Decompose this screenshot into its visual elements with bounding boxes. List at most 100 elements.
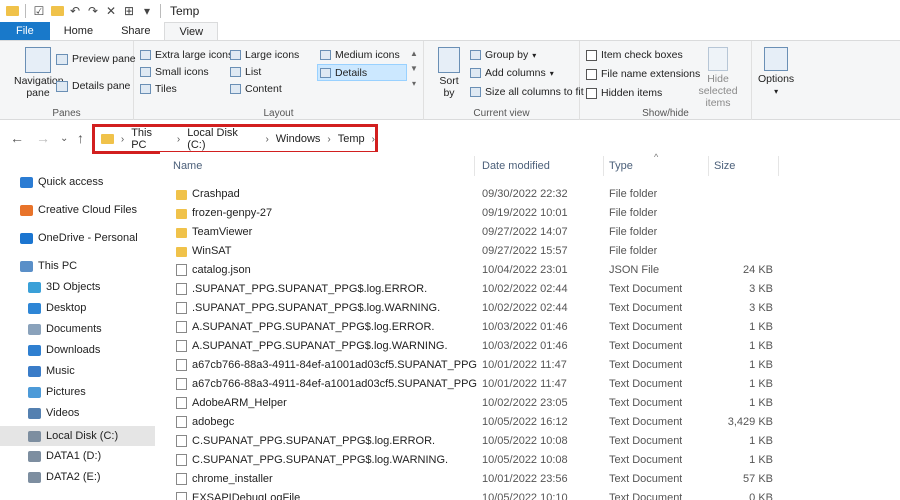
sidebar-item-label: Downloads bbox=[46, 344, 101, 356]
tab-share[interactable]: Share bbox=[107, 22, 164, 40]
options-button[interactable]: Options ▾ bbox=[758, 47, 794, 96]
tab-file[interactable]: File bbox=[0, 22, 50, 40]
column-header-date[interactable]: Date modified bbox=[482, 160, 550, 172]
sidebar-item[interactable]: Desktop bbox=[28, 302, 86, 314]
sidebar-item[interactable]: Quick access bbox=[20, 176, 103, 188]
undo-icon[interactable]: ↶ bbox=[67, 3, 83, 19]
sidebar-item[interactable]: Pictures bbox=[28, 386, 86, 398]
document-icon bbox=[176, 454, 187, 466]
layout-extra-large-icons[interactable]: Extra large icons bbox=[140, 49, 233, 61]
group-by-button[interactable]: Group by ▾ bbox=[470, 49, 536, 61]
sidebar-item[interactable]: DATA2 (E:) bbox=[28, 471, 101, 483]
breadcrumb-local-disk[interactable]: Local Disk (C:) bbox=[187, 127, 258, 151]
table-row[interactable]: WinSAT 09/27/2022 15:57 File folder bbox=[170, 242, 790, 261]
sidebar-item[interactable]: This PC bbox=[20, 260, 77, 272]
add-columns-button[interactable]: Add columns ▾ bbox=[470, 67, 554, 79]
column-divider[interactable] bbox=[778, 156, 779, 176]
table-row[interactable]: chrome_installer 10/01/2022 23:56 Text Doc… bbox=[170, 470, 790, 489]
file-type: Text Document bbox=[609, 359, 683, 371]
table-row[interactable]: C.SUPANAT_PPG.SUPANAT_PPG$.log.ERROR. 10/… bbox=[170, 432, 790, 451]
table-row[interactable]: a67cb766-88a3-4911-84ef-a1001ad03cf5.SUP… bbox=[170, 356, 790, 375]
checkbox[interactable] bbox=[586, 68, 597, 80]
table-row[interactable]: Crashpad 09/30/2022 22:32 File folder bbox=[170, 185, 790, 204]
layout-scroll[interactable]: ▲ ▼ ▾ bbox=[410, 49, 418, 88]
breadcrumb-temp[interactable]: Temp bbox=[338, 133, 365, 145]
hide-selected-items-button[interactable]: Hide selected items bbox=[688, 47, 748, 109]
layout-large-icons[interactable]: Large icons bbox=[230, 49, 299, 61]
rename-icon[interactable]: ⊞ bbox=[121, 3, 137, 19]
table-row[interactable]: .SUPANAT_PPG.SUPANAT_PPG$.log.WARNING. 10… bbox=[170, 299, 790, 318]
table-row[interactable]: .SUPANAT_PPG.SUPANAT_PPG$.log.ERROR. 10/0… bbox=[170, 280, 790, 299]
table-row[interactable]: catalog.json 10/04/2022 23:01 JSON File 24 … bbox=[170, 261, 790, 280]
column-header-size[interactable]: Size bbox=[714, 160, 735, 172]
layout-details[interactable]: Details bbox=[317, 64, 407, 81]
layout-item-label: Extra large icons bbox=[155, 49, 234, 61]
preview-pane-button[interactable]: Preview pane bbox=[56, 53, 136, 65]
table-row[interactable]: AdobeARM_Helper 10/02/2022 23:05 Text Docu… bbox=[170, 394, 790, 413]
layout-content[interactable]: Content bbox=[230, 83, 282, 95]
table-row[interactable]: C.SUPANAT_PPG.SUPANAT_PPG$.log.WARNING. 1… bbox=[170, 451, 790, 470]
scroll-up-icon[interactable]: ▲ bbox=[410, 49, 418, 58]
sidebar-item[interactable]: OneDrive - Personal bbox=[20, 232, 138, 244]
tab-home[interactable]: Home bbox=[50, 22, 107, 40]
hidden-items-toggle[interactable]: Hidden items bbox=[586, 87, 662, 99]
sidebar-item[interactable]: Videos bbox=[28, 407, 79, 419]
sidebar-item[interactable]: 3D Objects bbox=[28, 281, 100, 293]
table-row[interactable]: TeamViewer 09/27/2022 14:07 File folder bbox=[170, 223, 790, 242]
column-divider[interactable] bbox=[474, 156, 475, 176]
layout-medium-icons[interactable]: Medium icons bbox=[320, 49, 400, 61]
sort-by-button[interactable]: Sort by bbox=[436, 47, 462, 99]
back-arrow-icon[interactable]: ← bbox=[10, 130, 24, 146]
sidebar-item[interactable]: DATA1 (D:) bbox=[28, 450, 101, 462]
expand-layout-icon[interactable]: ▾ bbox=[412, 79, 416, 88]
sidebar-item[interactable]: Downloads bbox=[28, 344, 100, 356]
chevron-right-icon[interactable]: › bbox=[265, 134, 268, 145]
large-icons-icon bbox=[230, 50, 241, 60]
table-row[interactable]: A.SUPANAT_PPG.SUPANAT_PPG$.log.ERROR. 10/… bbox=[170, 318, 790, 337]
navigation-pane-button[interactable]: Navigation pane bbox=[14, 47, 64, 99]
new-folder-icon[interactable] bbox=[49, 3, 65, 19]
sort-ascending-icon: ^ bbox=[654, 152, 659, 162]
column-divider[interactable] bbox=[708, 156, 709, 176]
file-name-extensions-toggle[interactable]: File name extensions bbox=[586, 68, 700, 80]
table-row[interactable]: adobegc 10/05/2022 16:12 Text Document 3,42… bbox=[170, 413, 790, 432]
column-header-name[interactable]: Name bbox=[173, 160, 202, 172]
chevron-right-icon[interactable]: › bbox=[327, 134, 330, 145]
up-arrow-icon[interactable]: ↑ bbox=[77, 130, 84, 146]
redo-icon[interactable]: ↷ bbox=[85, 3, 101, 19]
layout-tiles[interactable]: Tiles bbox=[140, 83, 177, 95]
table-row[interactable]: frozen-genpy-27 09/19/2022 10:01 File fold… bbox=[170, 204, 790, 223]
size-all-columns-button[interactable]: Size all columns to fit bbox=[470, 86, 584, 98]
item-check-boxes-toggle[interactable]: Item check boxes bbox=[586, 49, 683, 61]
details-pane-button[interactable]: Details pane bbox=[56, 80, 130, 92]
sidebar-item-icon bbox=[28, 430, 41, 442]
column-divider[interactable] bbox=[603, 156, 604, 176]
delete-icon[interactable]: ✕ bbox=[103, 3, 119, 19]
checkbox[interactable] bbox=[586, 49, 597, 61]
forward-arrow-icon[interactable]: → bbox=[36, 130, 50, 146]
sidebar-item[interactable]: Documents bbox=[28, 323, 102, 335]
column-header-type[interactable]: Type bbox=[609, 160, 633, 172]
table-row[interactable]: a67cb766-88a3-4911-84ef-a1001ad03cf5.SUP… bbox=[170, 375, 790, 394]
ribbon: Navigation pane Preview pane Details pan… bbox=[0, 40, 900, 121]
sidebar-item[interactable]: Creative Cloud Files bbox=[20, 204, 137, 216]
address-bar[interactable]: › This PC › Local Disk (C:) › Windows › … bbox=[92, 124, 378, 154]
layout-small-icons[interactable]: Small icons bbox=[140, 66, 209, 78]
tab-view[interactable]: View bbox=[164, 22, 219, 40]
table-row[interactable]: A.SUPANAT_PPG.SUPANAT_PPG$.log.WARNING. 1… bbox=[170, 337, 790, 356]
breadcrumb-this-pc[interactable]: This PC bbox=[131, 127, 170, 151]
chevron-right-icon[interactable]: › bbox=[177, 134, 180, 145]
table-row[interactable]: EXSAPIDebugLogFile 10/05/2022 10:10 Text D… bbox=[170, 489, 790, 500]
chevron-right-icon[interactable]: › bbox=[121, 134, 124, 145]
chevron-right-icon[interactable]: › bbox=[372, 134, 375, 145]
customize-toolbar-icon[interactable]: ▾ bbox=[139, 3, 155, 19]
details-icon bbox=[320, 67, 331, 78]
checkbox[interactable] bbox=[586, 87, 597, 99]
recent-locations-chevron-icon[interactable]: ⌄ bbox=[60, 133, 68, 144]
scroll-down-icon[interactable]: ▼ bbox=[410, 64, 418, 73]
layout-list[interactable]: List bbox=[230, 66, 261, 78]
sidebar-item[interactable]: Local Disk (C:) bbox=[0, 426, 155, 446]
sidebar-item[interactable]: Music bbox=[28, 365, 75, 377]
properties-icon[interactable]: ☑ bbox=[31, 3, 47, 19]
breadcrumb-windows[interactable]: Windows bbox=[276, 133, 321, 145]
